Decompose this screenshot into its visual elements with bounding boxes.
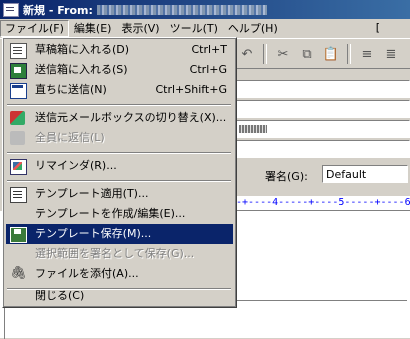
menu-item-label: 全員に返信(L) (35, 131, 105, 144)
signature-select[interactable]: Default (322, 165, 408, 183)
menu-item-shortcut: Ctrl+G (189, 63, 227, 76)
toolbar: ↶ ✂ ⧉ 📋 ≡ ≣ (236, 40, 410, 69)
ruler: -+----4-----+----5-----+----6-----+ (236, 196, 410, 211)
menu-file[interactable]: ファイル(F) (0, 20, 69, 37)
menu-item-save-selection-signature: 選択範囲を署名として保存(G)... (6, 244, 233, 264)
toolbar-separator (263, 44, 267, 64)
menu-item-label: テンプレート保存(M)... (35, 227, 152, 240)
outbox-icon (10, 63, 27, 79)
menu-item-label: リマインダ(R)... (35, 159, 117, 172)
menu-edit[interactable]: 編集(E) (69, 20, 117, 37)
to-field[interactable] (236, 80, 410, 98)
menubar-right-text: [ (375, 21, 380, 34)
title-bar: 新規 - From: (0, 0, 410, 19)
menu-view[interactable]: 表示(V) (116, 20, 164, 37)
align-center-icon[interactable]: ≣ (380, 43, 402, 65)
menu-item-label: 送信元メールボックスの切り替え(X)... (35, 111, 227, 124)
menu-separator (7, 180, 231, 182)
menu-item-label: 直ちに送信(N) (35, 83, 107, 96)
bcc-field[interactable] (236, 140, 410, 158)
menu-item-attach-file[interactable]: 🖇 ファイルを添付(A)... (6, 264, 233, 284)
sender-address-redacted (96, 4, 267, 15)
undo-icon[interactable]: ↶ (236, 43, 258, 65)
save-template-icon (10, 227, 27, 243)
signature-label: 署名(G): (265, 170, 308, 183)
menu-item-label: テンプレートを作成/編集(E)... (35, 207, 186, 220)
menu-separator (7, 152, 231, 154)
window-title: 新規 - From: (23, 3, 93, 17)
menu-item-label: 送信箱に入れる(S) (35, 63, 128, 76)
cc-field[interactable] (236, 100, 410, 118)
menu-item-label: 選択範囲を署名として保存(G)... (35, 247, 195, 260)
menu-item-outbox[interactable]: 送信箱に入れる(S) Ctrl+G (6, 60, 233, 80)
menu-item-label: ファイルを添付(A)... (35, 267, 139, 280)
menu-item-apply-template[interactable]: テンプレート適用(T)... (6, 184, 233, 204)
subject-field[interactable] (236, 120, 410, 138)
send-icon (10, 83, 27, 99)
switch-mailbox-icon (10, 111, 25, 125)
menu-item-send-now[interactable]: 直ちに送信(N) Ctrl+Shift+G (6, 80, 233, 100)
menu-item-reply-all: 全員に返信(L) (6, 128, 233, 148)
cut-icon[interactable]: ✂ (272, 43, 294, 65)
menu-separator (7, 104, 231, 106)
redacted-text (239, 125, 267, 133)
toolbar-separator (347, 44, 351, 64)
menu-item-label: 閉じる(C) (35, 289, 85, 302)
paperclip-icon: 🖇 (10, 266, 27, 281)
menu-item-switch-mailbox[interactable]: 送信元メールボックスの切り替え(X)... (6, 108, 233, 128)
paste-icon[interactable]: 📋 (320, 43, 342, 65)
reminder-icon (10, 159, 27, 175)
file-menu-dropdown: 草稿箱に入れる(D) Ctrl+T 送信箱に入れる(S) Ctrl+G 直ちに送… (2, 37, 237, 308)
menu-item-save-template[interactable]: テンプレート保存(M)... (6, 224, 233, 244)
menu-item-label: 草稿箱に入れる(D) (35, 43, 130, 56)
template-icon (10, 187, 27, 203)
menu-item-shortcut: Ctrl+Shift+G (155, 83, 227, 96)
app-icon (3, 2, 19, 17)
reply-all-icon (10, 131, 25, 145)
menu-item-label: テンプレート適用(T)... (35, 187, 149, 200)
align-left-icon[interactable]: ≡ (356, 43, 378, 65)
menu-item-edit-template[interactable]: テンプレートを作成/編集(E)... (6, 204, 233, 224)
copy-icon[interactable]: ⧉ (296, 43, 318, 65)
menu-item-shortcut: Ctrl+T (191, 43, 227, 56)
menu-help[interactable]: ヘルプ(H) (223, 20, 283, 37)
menu-item-close[interactable]: 閉じる(C) (6, 286, 233, 306)
menu-item-save-draft[interactable]: 草稿箱に入れる(D) Ctrl+T (6, 40, 233, 60)
draft-icon (10, 43, 27, 59)
menu-tools[interactable]: ツール(T) (165, 20, 223, 37)
menu-bar: ファイル(F) 編集(E) 表示(V) ツール(T) ヘルプ(H) [ (0, 19, 410, 39)
menu-item-reminder[interactable]: リマインダ(R)... (6, 156, 233, 176)
